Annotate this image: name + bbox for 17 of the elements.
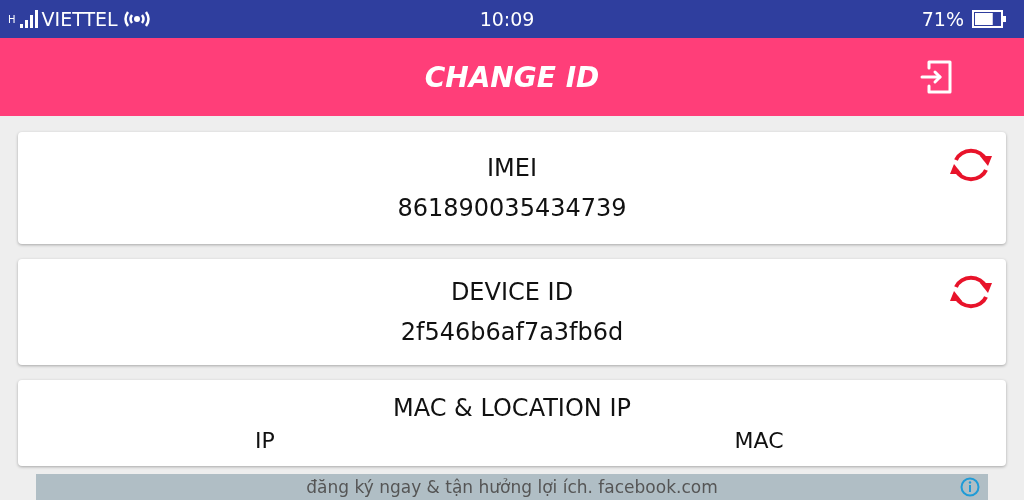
- screen-title: CHANGE ID: [424, 60, 600, 94]
- column-label: IP: [254, 427, 276, 453]
- ad-banner[interactable]: đăng ký ngay & tận hưởng lợi ích. facebook.com: [36, 474, 988, 500]
- ad-text: đăng ký ngay & tận hưởng lợi ích. facebook.com: [306, 477, 718, 497]
- column-label: MAC: [733, 427, 785, 453]
- battery-icon: [972, 10, 1006, 28]
- id-value: 2f546b6af7a3fb6d: [400, 318, 624, 346]
- carrier-name: VIETTEL: [41, 8, 118, 30]
- signal-icon: [19, 10, 38, 28]
- id-value: 861890035434739: [397, 194, 627, 222]
- card-title: MAC & LOCATION IP: [393, 393, 631, 422]
- battery-percent: 71%: [921, 8, 964, 30]
- hotspot-icon: [121, 9, 152, 29]
- network-type: H: [8, 14, 16, 25]
- card-title: IMEI: [487, 154, 537, 182]
- clock-time: 10:09: [479, 8, 535, 30]
- card-title: DEVICE ID: [450, 278, 574, 306]
